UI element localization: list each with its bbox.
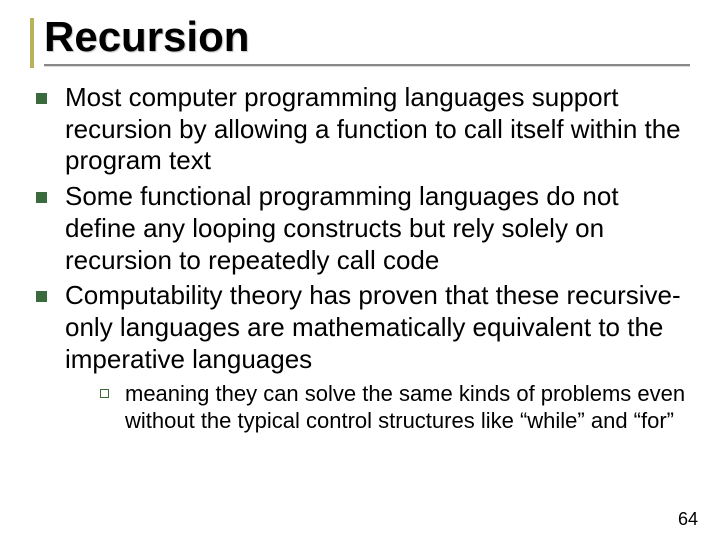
list-item: Most computer programming languages supp…	[36, 82, 692, 177]
title-area: Recursion	[30, 14, 690, 66]
slide: Recursion Most computer programming lang…	[0, 0, 720, 540]
sub-bullet-text: meaning they can solve the same kinds of…	[125, 381, 692, 435]
slide-body: Most computer programming languages supp…	[36, 82, 692, 435]
bullet-square-icon	[36, 192, 47, 203]
page-number: 64	[678, 509, 698, 530]
sub-list: meaning they can solve the same kinds of…	[100, 381, 692, 435]
list-item: Some functional programming languages do…	[36, 181, 692, 276]
bullet-outline-square-icon	[100, 389, 109, 398]
bullet-square-icon	[36, 291, 47, 302]
bullet-square-icon	[36, 93, 47, 104]
list-item: meaning they can solve the same kinds of…	[100, 381, 692, 435]
list-item: Computability theory has proven that the…	[36, 280, 692, 375]
bullet-text: Most computer programming languages supp…	[65, 82, 692, 177]
slide-title: Recursion	[44, 14, 690, 60]
bullet-text: Some functional programming languages do…	[65, 181, 692, 276]
bullet-text: Computability theory has proven that the…	[65, 280, 692, 375]
title-underline	[44, 64, 690, 66]
title-accent-bar	[30, 18, 34, 68]
